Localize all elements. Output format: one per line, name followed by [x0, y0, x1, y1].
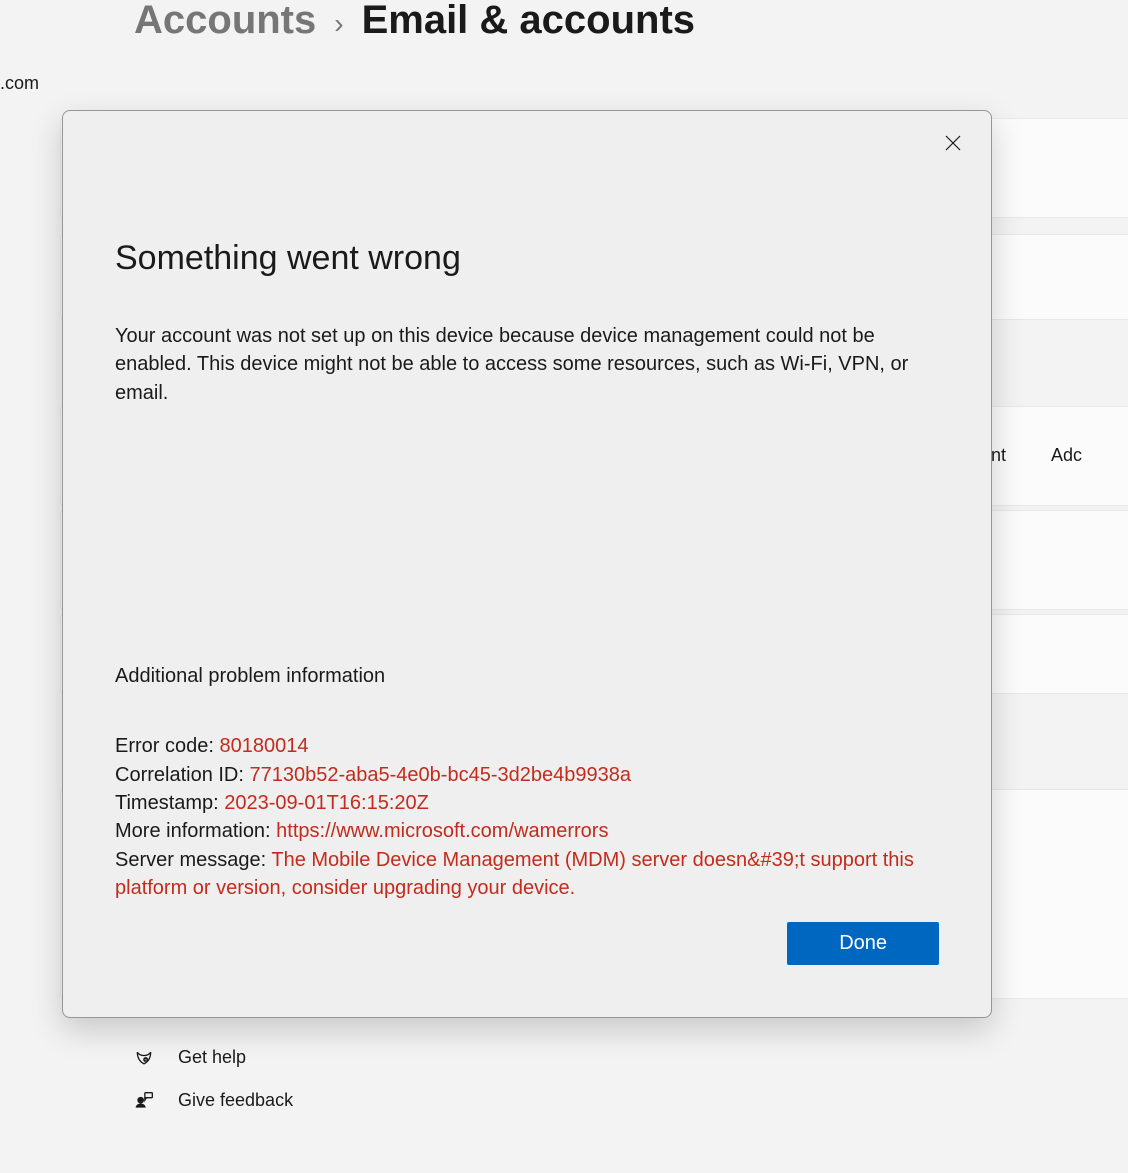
cropped-label: Adc [1051, 445, 1082, 466]
get-help-link[interactable]: ? Get help [134, 1047, 293, 1068]
timestamp-row: Timestamp: 2023-09-01T16:15:20Z [115, 789, 939, 817]
problem-info-section: Additional problem information Error cod… [115, 665, 939, 902]
get-help-label: Get help [178, 1047, 246, 1068]
help-links-section: ? Get help Give feedback [134, 1047, 293, 1133]
help-icon: ? [134, 1048, 154, 1068]
dialog-message: Your account was not set up on this devi… [115, 322, 939, 407]
close-icon [945, 135, 961, 151]
dialog-content: Something went wrong Your account was no… [63, 111, 991, 903]
cropped-label: nt [991, 445, 1006, 466]
server-message-row: Server message: The Mobile Device Manage… [115, 846, 939, 903]
timestamp-value: 2023-09-01T16:15:20Z [224, 792, 429, 814]
give-feedback-link[interactable]: Give feedback [134, 1090, 293, 1111]
error-code-label: Error code: [115, 735, 219, 757]
correlation-id-row: Correlation ID: 77130b52-aba5-4e0b-bc45-… [115, 761, 939, 789]
dialog-footer: Done [787, 922, 939, 965]
chevron-right-icon: › [334, 8, 343, 40]
error-code-row: Error code: 80180014 [115, 732, 939, 760]
more-info-row: More information: https://www.microsoft.… [115, 817, 939, 845]
feedback-icon [134, 1091, 154, 1111]
dialog-title: Something went wrong [115, 239, 939, 278]
more-info-label: More information: [115, 820, 276, 842]
correlation-id-value: 77130b52-aba5-4e0b-bc45-3d2be4b9938a [250, 764, 631, 786]
timestamp-label: Timestamp: [115, 792, 224, 814]
server-message-label: Server message: [115, 849, 271, 871]
close-button[interactable] [939, 129, 967, 157]
breadcrumb: Accounts › Email & accounts [0, 0, 1128, 43]
error-code-value: 80180014 [219, 735, 308, 757]
error-dialog: Something went wrong Your account was no… [62, 110, 992, 1018]
cropped-email-text: .com [0, 73, 1128, 94]
more-info-value[interactable]: https://www.microsoft.com/wamerrors [276, 820, 608, 842]
breadcrumb-current: Email & accounts [362, 0, 695, 43]
breadcrumb-parent[interactable]: Accounts [134, 0, 316, 43]
give-feedback-label: Give feedback [178, 1090, 293, 1111]
correlation-id-label: Correlation ID: [115, 764, 250, 786]
done-button[interactable]: Done [787, 922, 939, 965]
problem-info-heading: Additional problem information [115, 665, 939, 688]
